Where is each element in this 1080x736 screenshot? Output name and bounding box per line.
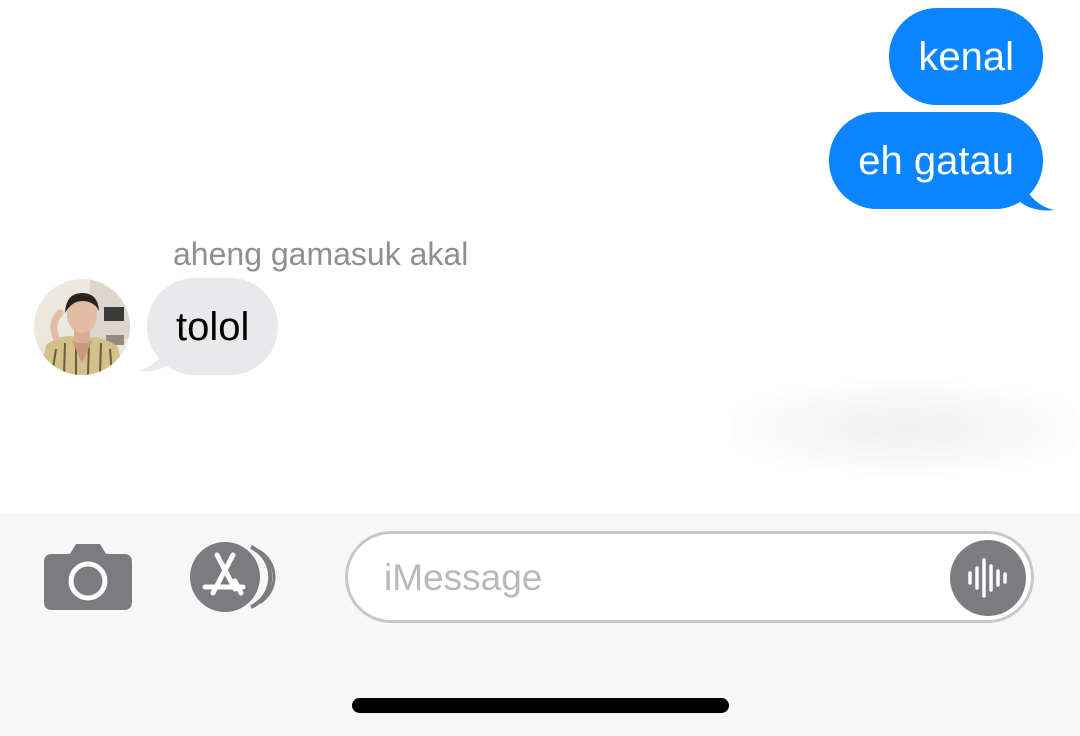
sender-name: aheng gamasuk akal	[173, 236, 469, 272]
camera-button[interactable]	[44, 544, 132, 610]
camera-icon	[44, 544, 132, 610]
message-text: eh gatau	[858, 138, 1014, 183]
message-text: kenal	[918, 34, 1014, 79]
audio-waveform-icon	[968, 558, 1007, 598]
received-message-bubble[interactable]: tolol	[147, 278, 279, 375]
home-indicator[interactable]	[352, 698, 729, 713]
app-store-button[interactable]	[189, 541, 291, 613]
message-text: tolol	[176, 304, 250, 349]
app-store-icon	[190, 542, 276, 612]
sent-bubble-tail	[1018, 170, 1054, 211]
audio-message-button[interactable]	[950, 540, 1026, 616]
sent-message-bubble[interactable]: eh gatau	[829, 112, 1043, 209]
message-input[interactable]	[384, 550, 934, 606]
sent-message-bubble[interactable]: kenal	[889, 8, 1043, 105]
blurred-area	[730, 382, 1080, 474]
conversation-area: kenal eh gatau aheng gamasuk akal tolol	[0, 0, 1080, 514]
message-field[interactable]	[345, 531, 1034, 623]
avatar[interactable]	[34, 279, 130, 375]
